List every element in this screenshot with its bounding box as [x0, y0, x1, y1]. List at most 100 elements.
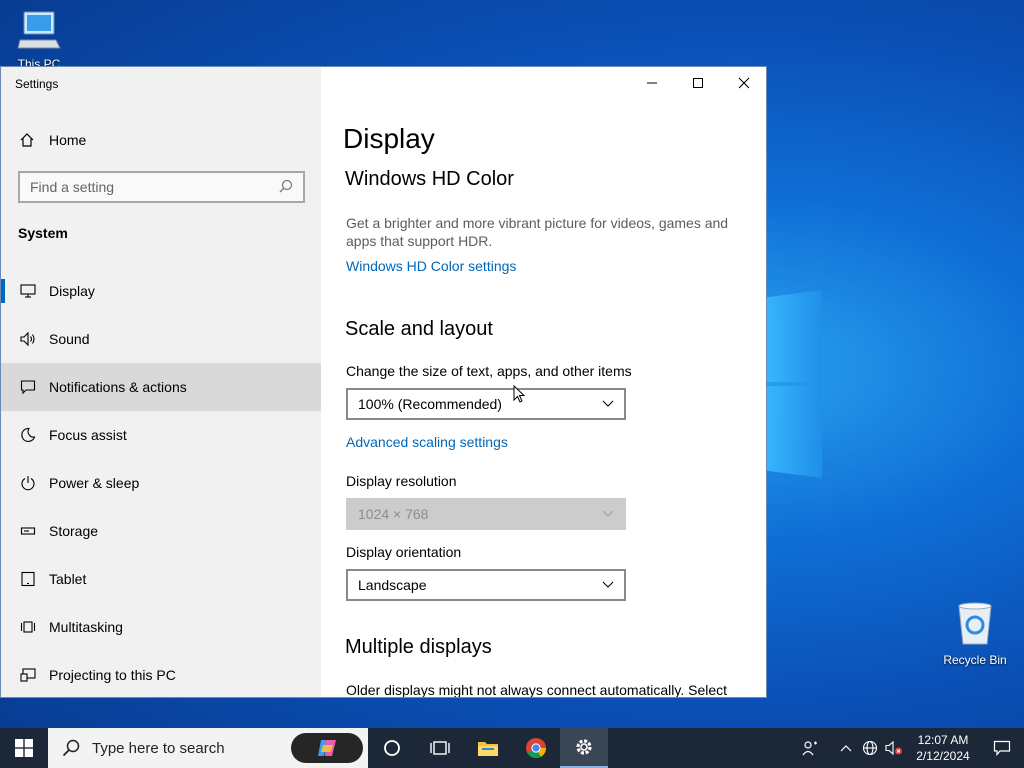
home-label: Home: [49, 132, 87, 148]
orientation-value: Landscape: [358, 577, 427, 593]
copilot-button[interactable]: [291, 733, 363, 763]
scale-value: 100% (Recommended): [358, 396, 502, 412]
storage-icon: [18, 521, 38, 541]
monitor-icon: [18, 281, 38, 301]
action-center-button[interactable]: [980, 728, 1024, 768]
resolution-value: 1024 × 768: [358, 506, 429, 522]
window-title: Settings: [15, 77, 59, 91]
scale-dropdown[interactable]: 100% (Recommended): [346, 388, 626, 420]
sidebar-item-label: Projecting to this PC: [49, 667, 176, 683]
minimize-button[interactable]: [629, 67, 675, 99]
people-icon: [802, 741, 817, 756]
this-pc-label: This PC: [17, 57, 61, 66]
projecting-icon: [18, 665, 38, 685]
cortana-icon: [384, 740, 400, 756]
clock[interactable]: 12:07 AM 2/12/2024: [906, 732, 980, 764]
task-view-icon: [430, 741, 450, 755]
recycle-bin-label: Recycle Bin: [943, 653, 1007, 667]
sidebar-item-storage[interactable]: Storage: [1, 507, 321, 555]
orientation-dropdown[interactable]: Landscape: [346, 569, 626, 601]
start-button[interactable]: [0, 728, 48, 768]
taskbar-search-placeholder: Type here to search: [92, 739, 225, 757]
maximize-icon: [693, 78, 703, 88]
page-title: Display: [343, 123, 435, 154]
mouse-cursor-icon: [513, 385, 525, 403]
sidebar-item-label: Focus assist: [49, 427, 127, 443]
tablet-icon: [18, 569, 38, 589]
chevron-down-icon: [602, 400, 614, 407]
hd-color-heading: Windows HD Color: [345, 168, 514, 190]
settings-window: Settings Home System Display: [0, 66, 767, 698]
file-explorer-button[interactable]: [464, 728, 512, 768]
sidebar-item-home[interactable]: Home: [1, 123, 321, 157]
this-pc-desktop-icon[interactable]: This PC: [4, 8, 74, 66]
volume-button[interactable]: [882, 728, 906, 768]
globe-icon: [862, 740, 878, 756]
sidebar-item-projecting[interactable]: Projecting to this PC: [1, 651, 321, 697]
multitasking-icon: [18, 617, 38, 637]
advanced-scaling-link[interactable]: Advanced scaling settings: [346, 434, 508, 450]
sidebar-item-label: Power & sleep: [49, 475, 140, 491]
clock-time: 12:07 AM: [917, 733, 969, 747]
sidebar-item-label: Sound: [49, 331, 90, 347]
settings-taskbar-button[interactable]: [560, 728, 608, 768]
sidebar-item-notifications[interactable]: Notifications & actions: [1, 363, 321, 411]
moon-icon: [18, 425, 38, 445]
sidebar-item-tablet[interactable]: Tablet: [1, 555, 321, 603]
power-icon: [18, 473, 38, 493]
chevron-up-icon: [840, 745, 852, 752]
maximize-button[interactable]: [675, 67, 721, 99]
resolution-label: Display resolution: [346, 473, 457, 489]
sidebar-nav: Display Sound Notifications & actions Fo…: [1, 267, 321, 697]
cortana-button[interactable]: [368, 728, 416, 768]
chevron-down-icon: [602, 581, 614, 588]
scale-layout-heading: Scale and layout: [345, 318, 493, 340]
gear-icon: [576, 739, 592, 755]
computer-icon: [17, 11, 61, 49]
recycle-bin-icon: [958, 602, 992, 645]
people-button[interactable]: [798, 728, 822, 768]
copilot-icon: [318, 740, 336, 756]
chevron-down-icon: [602, 510, 614, 517]
notification-icon: [993, 740, 1011, 756]
section-label-system: System: [18, 225, 68, 241]
task-view-button[interactable]: [416, 728, 464, 768]
hd-color-settings-link[interactable]: Windows HD Color settings: [346, 258, 516, 274]
search-icon: [62, 739, 80, 757]
orientation-label: Display orientation: [346, 544, 462, 560]
clock-date: 2/12/2024: [916, 749, 970, 763]
sidebar-item-label: Storage: [49, 523, 99, 539]
multiple-displays-heading: Multiple displays: [345, 636, 492, 658]
taskbar-search-box[interactable]: Type here to search: [48, 728, 368, 768]
text-size-label: Change the size of text, apps, and other…: [346, 363, 632, 379]
recycle-bin-desktop-icon[interactable]: Recycle Bin: [940, 600, 1010, 667]
search-icon: [279, 179, 293, 196]
sidebar-item-label: Notifications & actions: [49, 379, 187, 395]
sidebar-item-power-sleep[interactable]: Power & sleep: [1, 459, 321, 507]
close-icon: [738, 77, 750, 89]
sidebar-item-label: Multitasking: [49, 619, 123, 635]
multiple-displays-description: Older displays might not always connect …: [346, 682, 728, 698]
chrome-icon: [526, 738, 547, 759]
sidebar-item-sound[interactable]: Sound: [1, 315, 321, 363]
notification-icon: [18, 377, 38, 397]
sidebar-item-label: Tablet: [49, 571, 87, 587]
windows-wallpaper-logo: [766, 290, 824, 480]
speaker-icon: [18, 329, 38, 349]
close-button[interactable]: [721, 67, 766, 99]
windows-start-icon: [15, 739, 33, 757]
sidebar-item-display[interactable]: Display: [1, 267, 321, 315]
sidebar: Settings Home System Display: [1, 67, 321, 697]
content-pane: Display Windows HD Color Get a brighter …: [321, 67, 766, 698]
search-input[interactable]: [30, 179, 279, 195]
taskbar: Type here to search 12:07 AM 2/12/2024: [0, 728, 1024, 768]
find-setting-search[interactable]: [18, 171, 305, 203]
home-icon: [19, 132, 39, 148]
network-button[interactable]: [858, 728, 882, 768]
chrome-button[interactable]: [512, 728, 560, 768]
folder-icon: [478, 742, 498, 756]
show-hidden-icons-button[interactable]: [834, 728, 858, 768]
sidebar-item-multitasking[interactable]: Multitasking: [1, 603, 321, 651]
resolution-dropdown[interactable]: 1024 × 768: [346, 498, 626, 530]
sidebar-item-focus-assist[interactable]: Focus assist: [1, 411, 321, 459]
